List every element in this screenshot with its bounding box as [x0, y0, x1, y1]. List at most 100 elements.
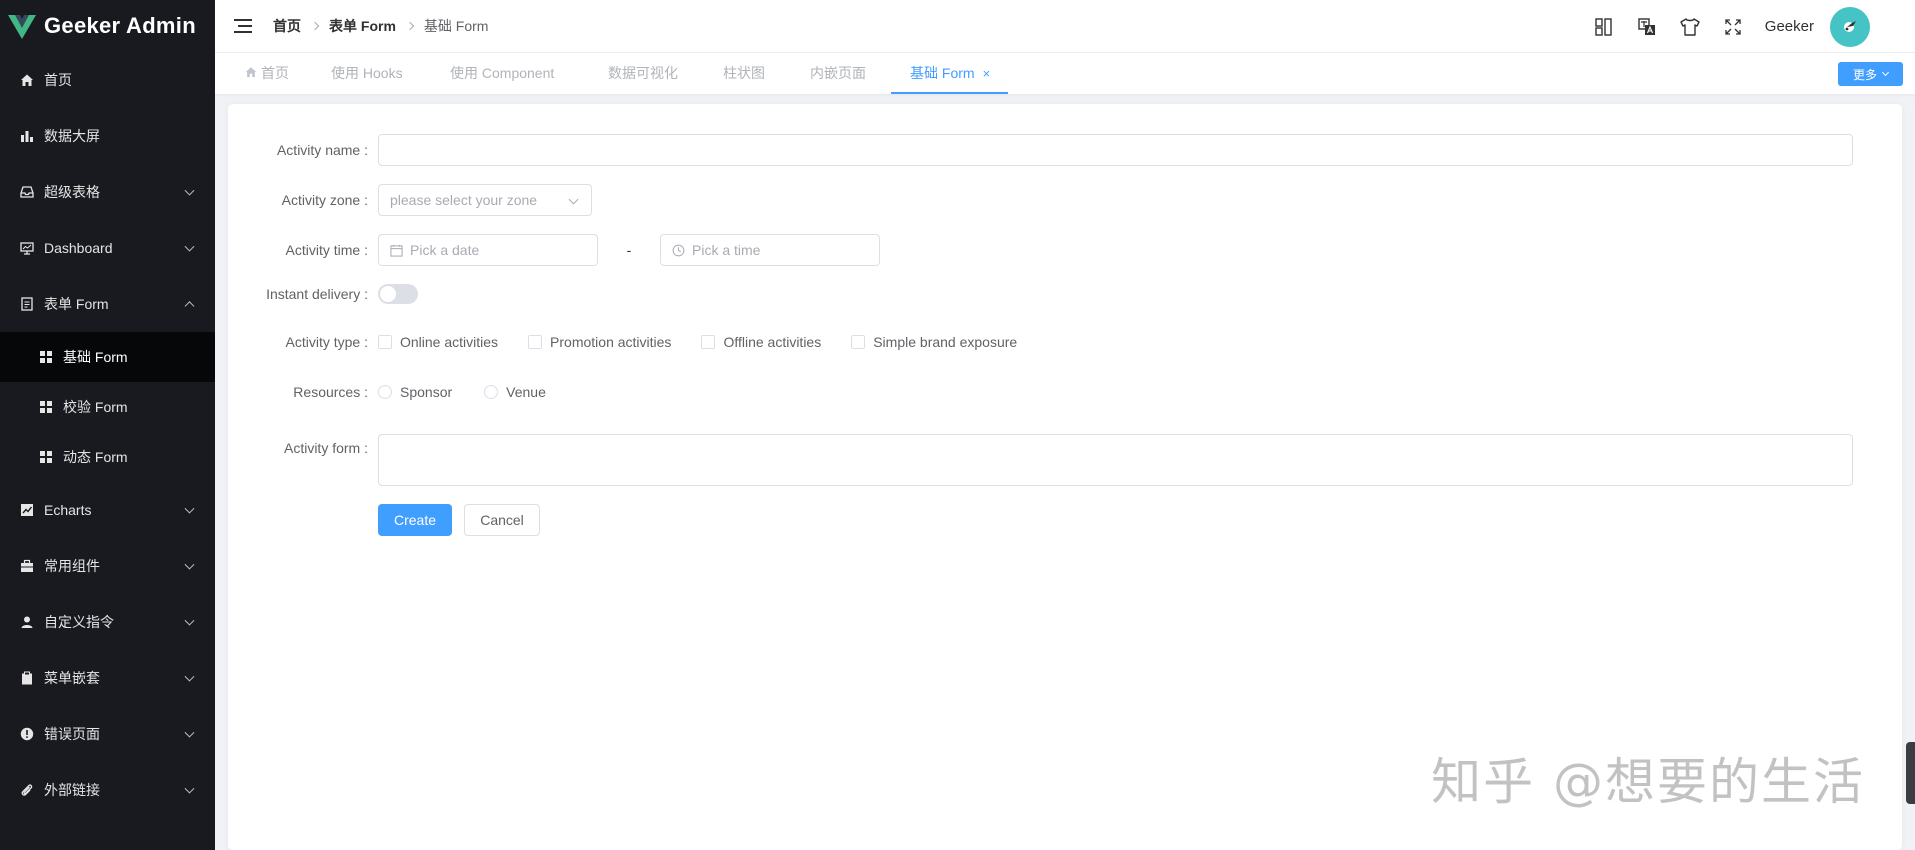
- grid-icon: [40, 350, 53, 364]
- sidebar-item-data-screen[interactable]: 数据大屏: [0, 108, 215, 164]
- checkbox-label: Online activities: [400, 334, 499, 350]
- radio-label: Sponsor: [400, 384, 453, 400]
- activity-time-label: Activity time :: [285, 242, 368, 258]
- checkbox-box[interactable]: [851, 335, 866, 349]
- side-drawer-handle[interactable]: [1906, 742, 1915, 804]
- activity-form-textarea[interactable]: [378, 434, 1853, 486]
- tab-bar-chart[interactable]: 柱状图: [723, 53, 765, 94]
- sidebar-item-dashboard[interactable]: Dashboard: [0, 220, 215, 276]
- sidebar-menu: 首页 数据大屏 超级表格 Dashboard 表单 Form 基础 Form 校…: [0, 52, 215, 818]
- more-tabs-button[interactable]: 更多: [1838, 62, 1903, 86]
- form-row-activity-type: Activity type : Online activities Promot…: [228, 334, 1047, 350]
- instant-delivery-label: Instant delivery :: [266, 286, 368, 302]
- checkbox-box[interactable]: [378, 335, 392, 349]
- avatar[interactable]: [1830, 6, 1870, 47]
- close-icon[interactable]: ×: [983, 66, 991, 81]
- grid-icon: [40, 450, 53, 464]
- activity-zone-select[interactable]: please select your zone: [378, 184, 592, 216]
- checkbox-online-activities[interactable]: Online activities: [378, 334, 498, 350]
- radio-venue[interactable]: Venue: [484, 384, 546, 400]
- tab-home[interactable]: 首页: [245, 53, 289, 94]
- chevron-down-icon: [184, 727, 195, 738]
- sidebar-item-label: 错误页面: [44, 726, 100, 742]
- sidebar-item-super-table[interactable]: 超级表格: [0, 164, 215, 220]
- sidebar-item-label: 自定义指令: [44, 614, 114, 630]
- radio-sponsor[interactable]: Sponsor: [378, 384, 452, 400]
- fullscreen-icon[interactable]: [1722, 16, 1744, 38]
- checkbox-offline-activities[interactable]: Offline activities: [701, 334, 821, 350]
- sidebar-item-home[interactable]: 首页: [0, 52, 215, 108]
- sidebar-subitem-basic-form[interactable]: 基础 Form: [0, 332, 215, 382]
- tab-label: 使用 Component: [450, 65, 555, 81]
- tab-label: 数据可视化: [608, 65, 678, 81]
- warning-icon: [20, 727, 34, 741]
- radio-label: Venue: [506, 384, 546, 400]
- breadcrumb-item-home[interactable]: 首页: [273, 16, 301, 36]
- time-placeholder: Pick a time: [692, 242, 761, 258]
- activity-type-label: Activity type :: [285, 334, 368, 350]
- trend-chart-icon: [20, 503, 34, 517]
- sidebar-item-external-links[interactable]: 外部链接: [0, 762, 215, 818]
- sidebar-item-label: 超级表格: [44, 184, 100, 200]
- activity-name-input[interactable]: [378, 134, 1853, 166]
- chevron-right-icon: [405, 21, 415, 31]
- activity-zone-placeholder: please select your zone: [390, 192, 538, 208]
- sidebar-subitem-label: 动态 Form: [63, 449, 128, 465]
- header-tools: Geeker: [1593, 0, 1915, 53]
- chevron-down-icon: [1881, 68, 1890, 77]
- sidebar-item-directives[interactable]: 自定义指令: [0, 594, 215, 650]
- tab-label: 首页: [261, 65, 289, 81]
- tab-embedded-page[interactable]: 内嵌页面: [810, 53, 866, 94]
- date-picker-input[interactable]: Pick a date: [378, 234, 598, 266]
- top-header: 首页 表单 Form 基础 Form Geeker: [215, 0, 1915, 53]
- bar-chart-icon: [20, 129, 34, 143]
- sidebar: Geeker Admin 首页 数据大屏 超级表格 Dashboard 表单 F…: [0, 0, 215, 850]
- paperclip-icon: [20, 783, 34, 797]
- sidebar-subitem-validate-form[interactable]: 校验 Form: [0, 382, 215, 432]
- time-picker-input[interactable]: Pick a time: [660, 234, 880, 266]
- app-title: Geeker Admin: [44, 13, 196, 38]
- theme-shirt-icon[interactable]: [1679, 16, 1701, 38]
- checkbox-simple-brand-exposure[interactable]: Simple brand exposure: [851, 334, 1017, 350]
- sidebar-item-nested-menu[interactable]: 菜单嵌套: [0, 650, 215, 706]
- tab-data-visualization[interactable]: 数据可视化: [608, 53, 678, 94]
- chevron-down-icon: [568, 194, 579, 205]
- tab-label: 基础 Form: [910, 65, 975, 81]
- form-row-activity-form: Activity form :: [228, 434, 1853, 486]
- form-card: Activity name : Activity zone : please s…: [228, 104, 1902, 850]
- radio-circle[interactable]: [378, 385, 392, 399]
- checkbox-promotion-activities[interactable]: Promotion activities: [528, 334, 671, 350]
- user-icon: [20, 615, 34, 629]
- checkbox-label: Promotion activities: [550, 334, 672, 350]
- radio-circle[interactable]: [484, 385, 499, 399]
- sidebar-item-label: 常用组件: [44, 558, 100, 574]
- cancel-button[interactable]: Cancel: [464, 504, 540, 536]
- tab-label: 内嵌页面: [810, 65, 866, 81]
- document-icon: [20, 297, 34, 311]
- tab-use-hooks[interactable]: 使用 Hooks: [331, 53, 403, 94]
- sidebar-item-echarts[interactable]: Echarts: [0, 482, 215, 538]
- breadcrumb-item-form[interactable]: 表单 Form: [329, 16, 396, 36]
- tab-basic-form[interactable]: 基础 Form ×: [891, 53, 1009, 94]
- sidebar-item-label: 菜单嵌套: [44, 670, 100, 686]
- vue-logo-icon: [8, 15, 36, 39]
- sidebar-item-error-pages[interactable]: 错误页面: [0, 706, 215, 762]
- checkbox-box[interactable]: [701, 335, 716, 349]
- breadcrumb-item-current: 基础 Form: [423, 18, 489, 34]
- instant-delivery-switch[interactable]: [378, 284, 418, 304]
- create-button[interactable]: Create: [378, 504, 452, 536]
- collapse-menu-icon[interactable]: [234, 19, 252, 33]
- layout-icon[interactable]: [1593, 16, 1615, 38]
- tab-use-component[interactable]: 使用 Component: [450, 53, 554, 94]
- username[interactable]: Geeker: [1765, 18, 1814, 35]
- sidebar-subitem-dynamic-form[interactable]: 动态 Form: [0, 432, 215, 482]
- logo[interactable]: Geeker Admin: [0, 0, 215, 52]
- chevron-down-icon: [184, 503, 195, 514]
- sidebar-item-components[interactable]: 常用组件: [0, 538, 215, 594]
- checkbox-box[interactable]: [528, 335, 543, 349]
- sidebar-item-label: 表单 Form: [44, 296, 109, 312]
- translate-icon[interactable]: [1636, 16, 1658, 38]
- chevron-down-icon: [184, 185, 195, 196]
- sidebar-item-form[interactable]: 表单 Form: [0, 276, 215, 332]
- sidebar-subitem-label: 基础 Form: [63, 349, 128, 365]
